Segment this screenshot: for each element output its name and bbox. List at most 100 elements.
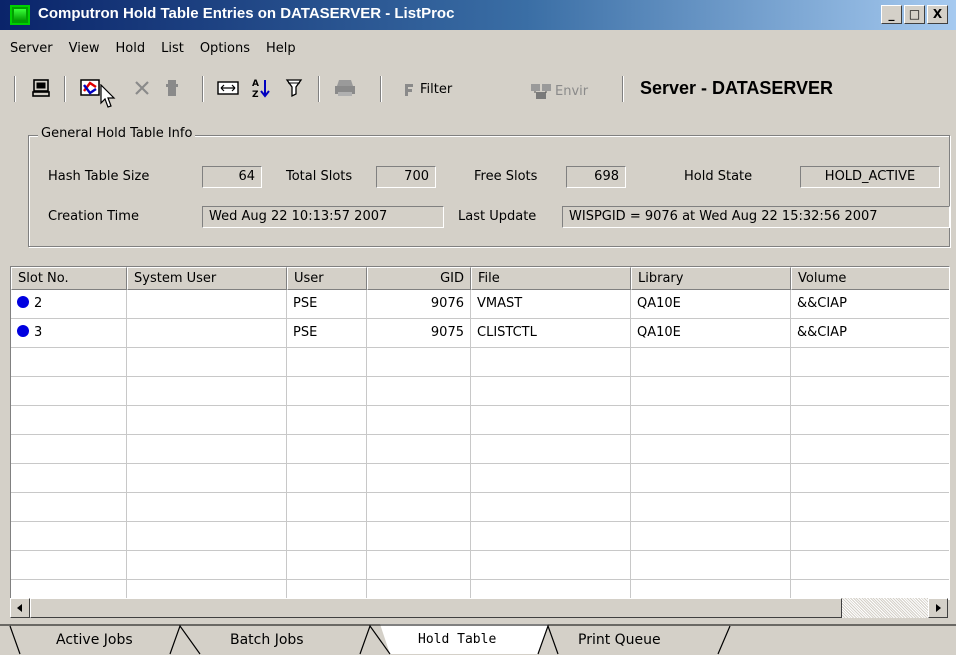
tab-print-queue[interactable]: Print Queue: [578, 630, 661, 650]
svg-text:Z: Z: [252, 90, 259, 99]
sort-icon[interactable]: AZ: [248, 74, 274, 102]
empty-row: [11, 493, 949, 522]
funnel-icon[interactable]: [282, 74, 306, 102]
menu-options[interactable]: Options: [200, 38, 250, 60]
menu-list[interactable]: List: [161, 38, 184, 60]
menu-hold[interactable]: Hold: [116, 38, 146, 60]
horizontal-scrollbar[interactable]: [10, 598, 948, 618]
main-window: Computron Hold Table Entries on DATASERV…: [0, 0, 956, 655]
general-info-title: General Hold Table Info: [38, 126, 196, 141]
filter-button[interactable]: Filter: [404, 82, 452, 97]
volume-cell: &&CIAP: [791, 290, 949, 319]
environment-button[interactable]: Envir: [530, 82, 612, 100]
toolbar-separator: [622, 76, 624, 102]
print-icon[interactable]: [330, 74, 360, 102]
scroll-left-button[interactable]: [10, 598, 30, 618]
svg-text:A: A: [252, 79, 259, 89]
caption-buttons: _ □ X: [881, 5, 948, 24]
app-icon: [10, 5, 30, 25]
release-icon[interactable]: [160, 74, 184, 102]
toolbar-separator: [202, 76, 204, 102]
last-update-value: WISPGID = 9076 at Wed Aug 22 15:32:56 20…: [562, 206, 950, 228]
computer-icon[interactable]: [28, 74, 54, 102]
gid-cell: 9076: [367, 290, 471, 319]
tab-active-jobs[interactable]: Active Jobs: [56, 630, 133, 650]
system-user-cell: [127, 290, 287, 319]
slot-value: 3: [34, 325, 43, 340]
window-title: Computron Hold Table Entries on DATASERV…: [38, 5, 455, 22]
arrow-right-icon: [936, 604, 941, 612]
creation-time-value: Wed Aug 22 10:13:57 2007: [202, 206, 444, 228]
creation-time-label: Creation Time: [48, 209, 139, 224]
free-slots-label: Free Slots: [474, 169, 538, 184]
table-row[interactable]: 3 PSE 9075 CLISTCTL QA10E &&CIAP: [11, 319, 949, 348]
slot-cell: 2: [11, 290, 127, 319]
free-slots-value: 698: [566, 166, 626, 188]
system-user-cell: [127, 319, 287, 348]
column-header-slot[interactable]: Slot No.: [11, 267, 127, 290]
maximize-button[interactable]: □: [904, 5, 925, 24]
toolbar-separator: [64, 76, 66, 102]
column-header-gid[interactable]: GID: [367, 267, 471, 290]
hold-table-grid[interactable]: Slot No. System User User GID File Libra…: [10, 266, 950, 600]
empty-row: [11, 522, 949, 551]
hold-state-value: HOLD_ACTIVE: [800, 166, 940, 188]
menu-server[interactable]: Server: [10, 38, 53, 60]
slot-value: 2: [34, 296, 43, 311]
hash-table-size-label: Hash Table Size: [48, 169, 150, 184]
status-dot-icon: [17, 325, 29, 337]
delete-icon[interactable]: [130, 74, 154, 102]
column-header-system-user[interactable]: System User: [127, 267, 287, 290]
library-cell: QA10E: [631, 290, 791, 319]
column-width-icon[interactable]: [214, 74, 242, 102]
close-button[interactable]: X: [927, 5, 948, 24]
scroll-right-button[interactable]: [928, 598, 948, 618]
title-bar[interactable]: Computron Hold Table Entries on DATASERV…: [0, 0, 956, 30]
column-header-user[interactable]: User: [287, 267, 367, 290]
minimize-button[interactable]: _: [881, 5, 902, 24]
last-update-label: Last Update: [458, 209, 537, 224]
user-cell: PSE: [287, 319, 367, 348]
toolbar-separator: [380, 76, 382, 102]
library-cell: QA10E: [631, 319, 791, 348]
table-row[interactable]: 2 PSE 9076 VMAST QA10E &&CIAP: [11, 290, 949, 319]
file-cell: CLISTCTL: [471, 319, 631, 348]
empty-row: [11, 580, 949, 599]
tab-hold-table[interactable]: Hold Table: [418, 630, 496, 650]
empty-row: [11, 551, 949, 580]
table-body: 2 PSE 9076 VMAST QA10E &&CIAP 3 PSE 9075…: [11, 290, 949, 599]
toolbar-separator: [318, 76, 320, 102]
table-header: Slot No. System User User GID File Libra…: [11, 267, 949, 290]
user-cell: PSE: [287, 290, 367, 319]
environment-label: Envir: [555, 83, 589, 99]
server-label: Server - DATASERVER: [640, 78, 834, 98]
file-cell: VMAST: [471, 290, 631, 319]
empty-row: [11, 464, 949, 493]
total-slots-label: Total Slots: [286, 169, 353, 184]
filter-icon: [405, 83, 413, 96]
mouse-cursor-icon: [100, 84, 116, 108]
tab-batch-jobs[interactable]: Batch Jobs: [230, 630, 304, 650]
total-slots-value: 700: [376, 166, 436, 188]
gid-cell: 9075: [367, 319, 471, 348]
general-info-group: [28, 135, 950, 247]
column-header-library[interactable]: Library: [631, 267, 791, 290]
filter-label: Filter: [420, 82, 453, 97]
empty-row: [11, 377, 949, 406]
hold-state-label: Hold State: [684, 169, 753, 184]
volume-cell: &&CIAP: [791, 319, 949, 348]
empty-row: [11, 406, 949, 435]
toolbar: AZ Filter Envir Server - DATASERVER: [0, 68, 956, 110]
scrollbar-thumb[interactable]: [30, 598, 842, 618]
hash-table-size-value: 64: [202, 166, 262, 188]
tab-bar: Active Jobs Batch Jobs Hold Table Print …: [0, 624, 956, 655]
arrow-left-icon: [17, 604, 22, 612]
column-header-file[interactable]: File: [471, 267, 631, 290]
column-header-volume[interactable]: Volume: [791, 267, 949, 290]
toolbar-separator: [14, 76, 16, 102]
menu-help[interactable]: Help: [266, 38, 296, 60]
menu-view[interactable]: View: [69, 38, 100, 60]
status-dot-icon: [17, 296, 29, 308]
menu-bar: Server View Hold List Options Help: [0, 38, 312, 60]
empty-row: [11, 435, 949, 464]
